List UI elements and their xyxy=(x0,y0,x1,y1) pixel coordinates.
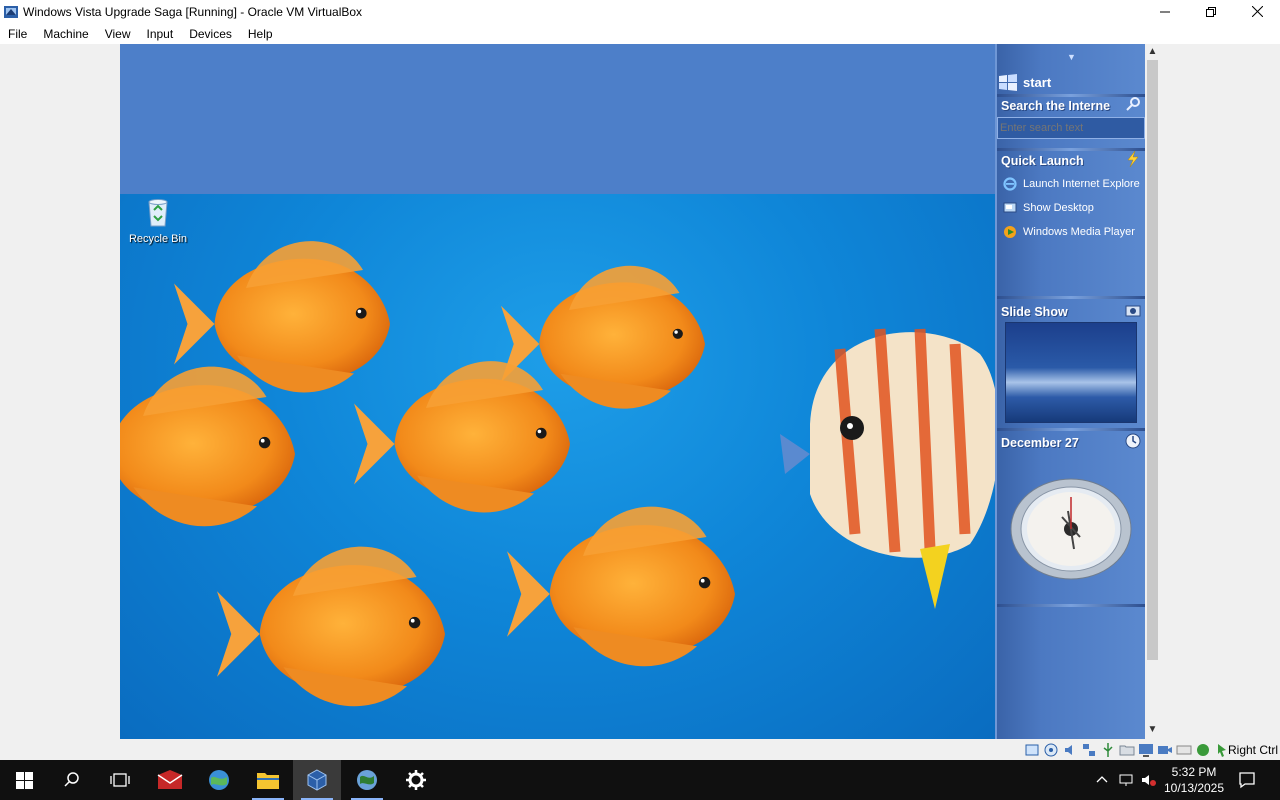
vm-display-area: Recycle Bin ▼ start Search the Interne E… xyxy=(0,44,1280,740)
host-title-bar: Windows Vista Upgrade Saga [Running] - O… xyxy=(0,0,1280,23)
virtualbox-icon xyxy=(4,5,18,18)
host-taskbar: 5:32 PM 10/13/2025 xyxy=(0,760,1280,800)
menu-input[interactable]: Input xyxy=(147,27,174,41)
show-desktop-icon xyxy=(1003,202,1017,213)
system-tray xyxy=(1094,760,1110,800)
clock-gadget[interactable] xyxy=(1010,477,1132,581)
hard-disk-icon[interactable] xyxy=(1024,742,1040,758)
sidebar-start-button[interactable]: start xyxy=(997,71,1145,93)
quick-launch-label: Show Desktop xyxy=(1023,202,1094,214)
sidebar-start-label: start xyxy=(1023,74,1052,90)
slideshow-image[interactable] xyxy=(1005,322,1137,423)
search-section-title: Search the Interne xyxy=(1001,99,1111,113)
menu-help[interactable]: Help xyxy=(248,27,273,41)
close-icon xyxy=(1251,6,1263,17)
search-icon[interactable] xyxy=(1125,96,1141,112)
clock-small-icon[interactable] xyxy=(1125,433,1141,449)
usb-icon[interactable] xyxy=(1100,742,1116,758)
virtualbox-cube-icon xyxy=(307,769,327,791)
sidebar-divider xyxy=(997,296,1145,299)
quick-launch-label: Launch Internet Explore xyxy=(1023,178,1140,190)
close-button[interactable] xyxy=(1234,0,1280,23)
recycle-bin-icon xyxy=(148,199,168,227)
taskbar-app-virtualbox[interactable] xyxy=(293,760,341,800)
calendar-date-title: December 27 xyxy=(1001,436,1079,450)
windows-logo-icon xyxy=(999,74,1017,91)
menu-view[interactable]: View xyxy=(105,27,131,41)
minimize-icon xyxy=(1160,11,1170,12)
scrollbar-thumb[interactable] xyxy=(1147,60,1158,660)
speaker-muted-icon xyxy=(1142,775,1156,786)
taskbar-time: 5:32 PM xyxy=(1171,765,1217,779)
scroll-down-icon[interactable]: ▼ xyxy=(1147,724,1158,736)
windows-start-icon xyxy=(15,771,33,789)
scroll-up-icon[interactable]: ▲ xyxy=(1147,46,1158,58)
windows-sidebar: ▼ start Search the Interne Quick Launch xyxy=(995,44,1145,739)
menu-devices[interactable]: Devices xyxy=(189,27,232,41)
search-input[interactable] xyxy=(997,117,1145,139)
video-capture-icon[interactable] xyxy=(1157,742,1173,758)
media-player-icon xyxy=(1004,226,1016,238)
taskbar-app-mail[interactable] xyxy=(146,760,194,800)
folder-icon xyxy=(257,773,279,789)
ie-icon xyxy=(1003,177,1017,191)
recycle-bin-label: Recycle Bin xyxy=(128,233,188,245)
host-key-label: Right Ctrl xyxy=(1227,743,1278,757)
menu-file[interactable]: File xyxy=(8,27,27,41)
shared-folders-icon[interactable] xyxy=(1119,742,1135,758)
chevron-up-icon[interactable] xyxy=(1094,772,1110,788)
fish-wallpaper-image xyxy=(120,241,996,707)
network-icon[interactable] xyxy=(1081,742,1097,758)
quick-launch-media-player[interactable]: Windows Media Player xyxy=(1003,223,1145,241)
task-view-icon xyxy=(110,773,130,787)
notifications-button[interactable] xyxy=(1238,760,1256,800)
sidebar-scroll-down-icon[interactable]: ▼ xyxy=(1067,52,1076,62)
volume-tray[interactable] xyxy=(1140,760,1158,800)
minimize-button[interactable] xyxy=(1142,0,1188,23)
quick-launch-show-desktop[interactable]: Show Desktop xyxy=(1003,199,1145,217)
mail-app-icon xyxy=(157,770,183,789)
gear-icon xyxy=(406,770,426,790)
network-tray-icon xyxy=(1119,774,1133,786)
lightning-icon xyxy=(1127,151,1139,167)
window-title: Windows Vista Upgrade Saga [Running] - O… xyxy=(23,4,363,19)
task-view-button[interactable] xyxy=(96,760,144,800)
quick-launch-label: Windows Media Player xyxy=(1023,226,1135,238)
keyboard-icon[interactable] xyxy=(1176,742,1192,758)
menu-bar: File Machine View Input Devices Help xyxy=(0,23,1280,44)
sidebar-divider xyxy=(997,148,1145,151)
sidebar-divider xyxy=(997,94,1145,97)
quick-launch-title: Quick Launch xyxy=(1001,154,1084,168)
taskbar-app-browser[interactable] xyxy=(195,760,243,800)
display-icon[interactable] xyxy=(1138,742,1154,758)
desktop-sky xyxy=(120,44,996,194)
recycle-bin[interactable]: Recycle Bin xyxy=(128,196,188,245)
optical-drive-icon[interactable] xyxy=(1043,742,1059,758)
notification-icon xyxy=(1239,772,1255,789)
globe-icon xyxy=(357,770,377,790)
camera-icon[interactable] xyxy=(1125,302,1141,318)
vm-status-bar: Right Ctrl xyxy=(0,740,1280,760)
menu-machine[interactable]: Machine xyxy=(43,27,88,41)
audio-icon[interactable] xyxy=(1062,742,1078,758)
globe-browser-icon xyxy=(209,770,229,790)
sidebar-divider xyxy=(997,428,1145,431)
quick-launch-internet-explorer[interactable]: Launch Internet Explore xyxy=(1003,175,1145,193)
taskbar-app-settings[interactable] xyxy=(392,760,440,800)
search-button[interactable] xyxy=(48,760,96,800)
slideshow-title: Slide Show xyxy=(1001,305,1068,319)
guest-screen[interactable]: Recycle Bin ▼ start Search the Interne E… xyxy=(120,44,1145,739)
vt-x-icon[interactable] xyxy=(1195,742,1211,758)
search-icon xyxy=(64,772,79,787)
start-button[interactable] xyxy=(0,760,48,800)
vm-vertical-scrollbar[interactable]: ▲ ▼ xyxy=(1145,44,1160,739)
taskbar-app-browser-2[interactable] xyxy=(343,760,391,800)
network-tray[interactable] xyxy=(1118,760,1136,800)
taskbar-app-file-explorer[interactable] xyxy=(244,760,292,800)
restore-button[interactable] xyxy=(1188,0,1234,23)
taskbar-clock[interactable]: 5:32 PM 10/13/2025 xyxy=(1160,764,1228,796)
restore-icon xyxy=(1206,6,1216,17)
taskbar-date: 10/13/2025 xyxy=(1163,781,1225,795)
sidebar-divider xyxy=(997,604,1145,607)
